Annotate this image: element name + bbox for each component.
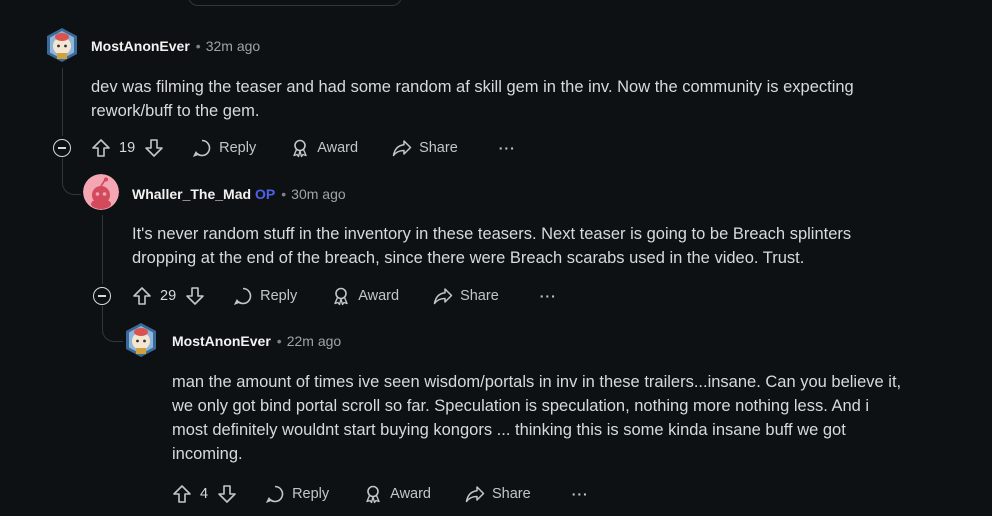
comment-line: rework/buff to the gem. bbox=[91, 102, 260, 120]
comment-line: It's never random stuff in the inventory… bbox=[132, 225, 852, 243]
reply-icon bbox=[193, 139, 211, 157]
award-icon bbox=[366, 485, 380, 504]
share-button[interactable]: Share bbox=[392, 138, 458, 158]
reply-label: Reply bbox=[260, 288, 298, 304]
author-name[interactable]: MostAnonEver bbox=[91, 37, 190, 55]
comment-line: most definitely wouldnt start buying kon… bbox=[172, 421, 846, 439]
vote-group: 4 bbox=[172, 484, 237, 504]
award-label: Award bbox=[358, 288, 400, 304]
thread-line-1 bbox=[62, 68, 63, 136]
share-icon bbox=[465, 486, 485, 503]
reply-label: Reply bbox=[219, 140, 257, 156]
share-label: Share bbox=[492, 486, 531, 502]
comment-body: man the amount of times ive seen wisdom/… bbox=[172, 370, 901, 466]
more-icon: ··· bbox=[539, 288, 557, 304]
collapse-button[interactable] bbox=[93, 287, 111, 305]
top-partial-box bbox=[188, 0, 402, 6]
award-button[interactable]: Award bbox=[290, 138, 358, 158]
upvote-icon[interactable] bbox=[91, 138, 111, 158]
award-label: Award bbox=[390, 486, 431, 502]
comment-meta: MostAnonEver • 32m ago bbox=[91, 37, 260, 55]
share-icon bbox=[392, 140, 412, 157]
more-options-button[interactable]: ··· bbox=[565, 486, 589, 502]
thread-branch-2 bbox=[102, 306, 123, 342]
vote-group: 19 bbox=[91, 138, 164, 158]
reply-icon bbox=[234, 287, 252, 305]
share-button[interactable]: Share bbox=[465, 484, 531, 504]
downvote-icon[interactable] bbox=[144, 138, 164, 158]
comment-line: dev was filming the teaser and had some … bbox=[91, 78, 854, 96]
avatar[interactable] bbox=[44, 27, 80, 63]
more-icon: ··· bbox=[571, 486, 589, 502]
avatar[interactable] bbox=[83, 174, 119, 210]
upvote-icon[interactable] bbox=[132, 286, 152, 306]
comment-meta: Whaller_The_Mad OP • 30m ago bbox=[132, 185, 346, 203]
timestamp[interactable]: 32m ago bbox=[206, 37, 260, 55]
more-options-button[interactable]: ··· bbox=[492, 140, 516, 156]
timestamp[interactable]: 30m ago bbox=[291, 185, 345, 203]
vote-group: 29 bbox=[132, 286, 205, 306]
avatar-icon bbox=[126, 323, 156, 357]
comment-actions: 19 Reply Award Share ··· bbox=[91, 136, 516, 160]
more-options-button[interactable]: ··· bbox=[533, 288, 557, 304]
comment-line: dropping at the end of the breach, since… bbox=[132, 249, 805, 267]
award-icon bbox=[334, 287, 348, 306]
award-button[interactable]: Award bbox=[331, 286, 399, 306]
op-badge: OP bbox=[255, 186, 276, 202]
comment-line: incoming. bbox=[172, 445, 243, 463]
downvote-icon[interactable] bbox=[217, 484, 237, 504]
separator-dot: • bbox=[195, 38, 201, 54]
award-icon bbox=[293, 139, 307, 158]
reply-button[interactable]: Reply bbox=[265, 484, 329, 504]
vote-count: 4 bbox=[200, 486, 209, 502]
comment-line: man the amount of times ive seen wisdom/… bbox=[172, 373, 902, 391]
share-label: Share bbox=[460, 288, 499, 304]
author-name[interactable]: MostAnonEver bbox=[172, 332, 271, 350]
avatar-icon bbox=[83, 174, 119, 210]
author-name[interactable]: Whaller_The_Mad bbox=[132, 185, 251, 203]
share-label: Share bbox=[419, 140, 458, 156]
timestamp[interactable]: 22m ago bbox=[287, 332, 341, 350]
collapse-button[interactable] bbox=[53, 139, 71, 157]
reply-icon bbox=[265, 485, 284, 503]
separator-dot: • bbox=[276, 333, 282, 349]
downvote-icon[interactable] bbox=[185, 286, 205, 306]
comment-body: It's never random stuff in the inventory… bbox=[132, 222, 851, 270]
share-button[interactable]: Share bbox=[433, 286, 499, 306]
reply-label: Reply bbox=[292, 486, 330, 502]
comment-body: dev was filming the teaser and had some … bbox=[91, 75, 854, 123]
avatar-icon bbox=[47, 28, 77, 62]
thread-line-2 bbox=[102, 215, 103, 284]
separator-dot: • bbox=[281, 186, 287, 202]
vote-count: 19 bbox=[119, 140, 136, 156]
more-icon: ··· bbox=[498, 140, 516, 156]
comment-line: we only got bind portal scroll so far. S… bbox=[172, 397, 870, 415]
share-icon bbox=[433, 288, 453, 305]
upvote-icon[interactable] bbox=[172, 484, 192, 504]
award-button[interactable]: Award bbox=[363, 484, 431, 504]
reply-button[interactable]: Reply bbox=[192, 138, 256, 158]
thread-branch-1 bbox=[62, 168, 81, 195]
comment-meta: MostAnonEver • 22m ago bbox=[172, 332, 341, 350]
award-label: Award bbox=[317, 140, 359, 156]
avatar[interactable] bbox=[123, 322, 159, 358]
vote-count: 29 bbox=[160, 288, 177, 304]
reply-button[interactable]: Reply bbox=[233, 286, 297, 306]
comment-actions: 4 Reply Award Share ··· bbox=[172, 482, 589, 506]
comment-actions: 29 Reply Award Share ··· bbox=[132, 284, 557, 308]
